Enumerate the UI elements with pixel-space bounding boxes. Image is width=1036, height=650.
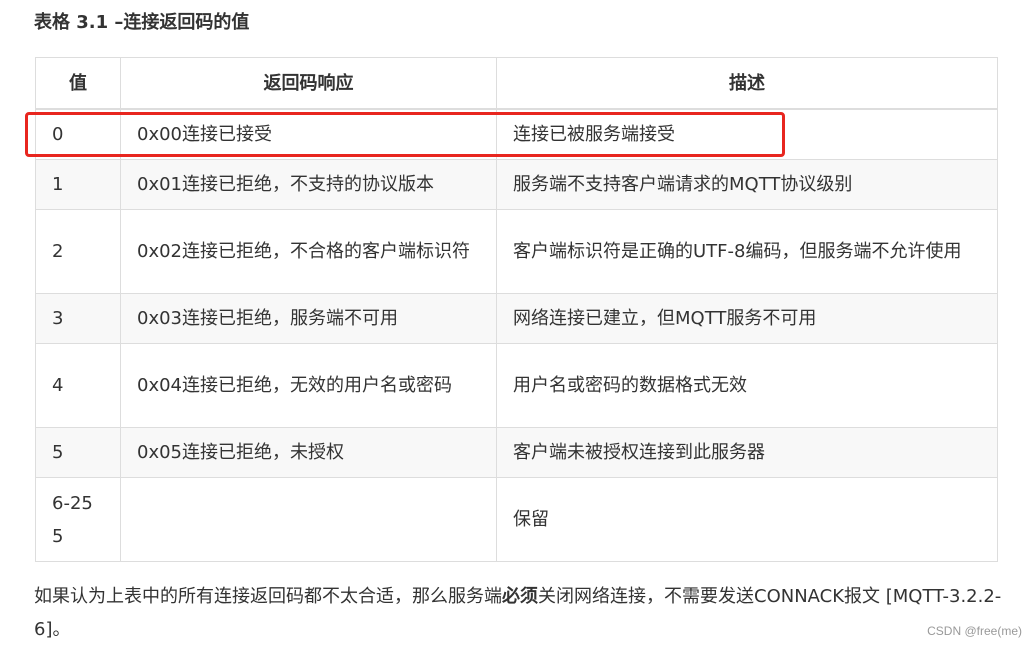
footnote-emphasis: 必须 [502,586,538,607]
cell-response: 0x02连接已拒绝，不合格的客户端标识符 [120,209,497,294]
column-header-value: 值 [35,57,121,110]
cell-response: 0x04连接已拒绝，无效的用户名或密码 [120,343,497,428]
cell-description: 客户端未被授权连接到此服务器 [496,427,998,478]
cell-value: 0 [35,108,121,160]
cell-value: 3 [35,293,121,344]
cell-description: 保留 [496,477,998,562]
cell-response: 0x03连接已拒绝，服务端不可用 [120,293,497,344]
cell-value: 1 [35,159,121,210]
table-row: 2 0x02连接已拒绝，不合格的客户端标识符 客户端标识符是正确的UTF-8编码… [35,209,998,294]
table-header-row: 值 返回码响应 描述 [35,57,998,110]
table-row: 6-255 保留 [35,477,998,562]
cell-response: 0x00连接已接受 [120,108,497,160]
cell-description: 用户名或密码的数据格式无效 [496,343,998,428]
cell-description: 连接已被服务端接受 [496,108,998,160]
column-header-description: 描述 [496,57,998,110]
watermark: CSDN @free(me) [927,624,1022,638]
table-row: 5 0x05连接已拒绝，未授权 客户端未被授权连接到此服务器 [35,427,998,478]
document-page: 表格 3.1 –连接返回码的值 值 返回码响应 描述 0 0x00连接已接受 连… [0,0,1036,650]
table-title: 表格 3.1 –连接返回码的值 [34,12,250,33]
table-row: 1 0x01连接已拒绝，不支持的协议版本 服务端不支持客户端请求的MQTT协议级… [35,159,998,210]
footnote-text-before: 如果认为上表中的所有连接返回码都不太合适，那么服务端 [34,586,502,607]
cell-response: 0x05连接已拒绝，未授权 [120,427,497,478]
cell-description: 客户端标识符是正确的UTF-8编码，但服务端不允许使用 [496,209,998,294]
table-row: 4 0x04连接已拒绝，无效的用户名或密码 用户名或密码的数据格式无效 [35,343,998,428]
table-row: 3 0x03连接已拒绝，服务端不可用 网络连接已建立，但MQTT服务不可用 [35,293,998,344]
cell-value: 2 [35,209,121,294]
footnote-paragraph: 如果认为上表中的所有连接返回码都不太合适，那么服务端必须关闭网络连接，不需要发送… [34,580,1014,646]
return-code-table: 值 返回码响应 描述 0 0x00连接已接受 连接已被服务端接受 1 0x01连… [35,57,998,562]
cell-response: 0x01连接已拒绝，不支持的协议版本 [120,159,497,210]
cell-value: 5 [35,427,121,478]
cell-value: 4 [35,343,121,428]
table-row: 0 0x00连接已接受 连接已被服务端接受 [35,108,998,160]
cell-response [120,477,497,562]
cell-description: 网络连接已建立，但MQTT服务不可用 [496,293,998,344]
cell-value: 6-255 [35,477,121,562]
cell-description: 服务端不支持客户端请求的MQTT协议级别 [496,159,998,210]
column-header-response: 返回码响应 [120,57,497,110]
